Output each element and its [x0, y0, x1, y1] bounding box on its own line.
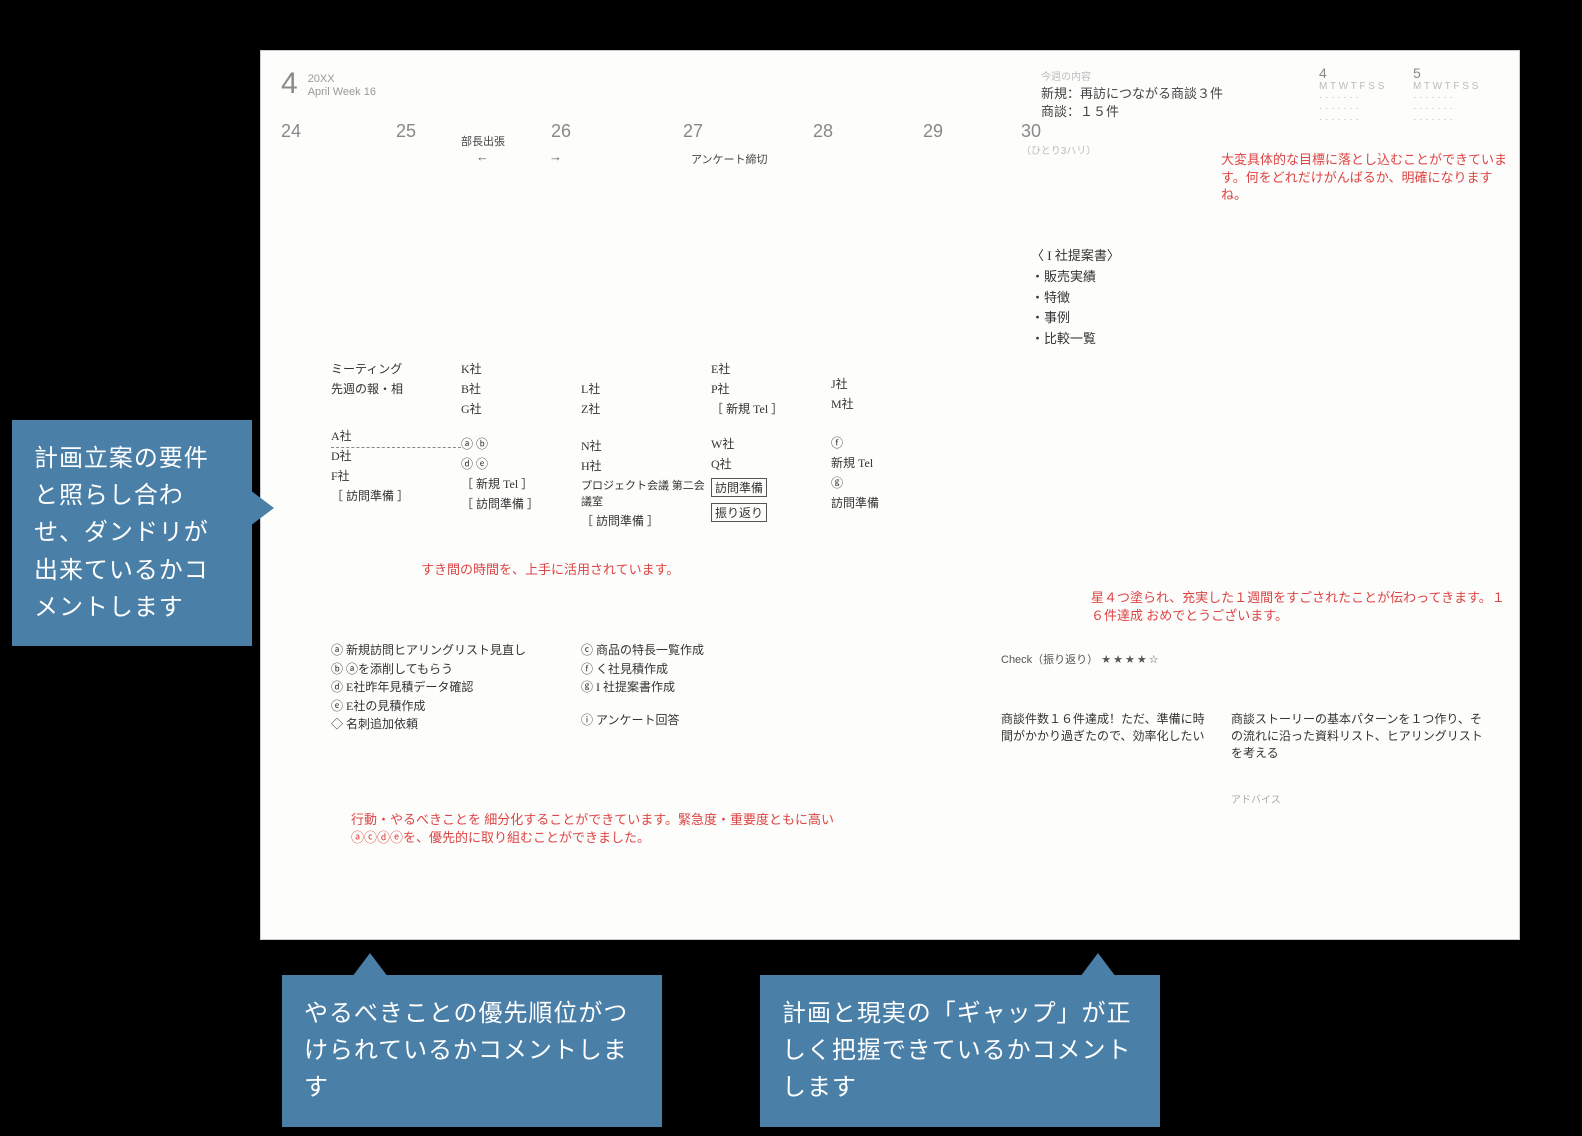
note-survey: アンケート締切 [691, 151, 768, 167]
col-thu: E社 P社 ［ 新規 Tel ］ W社 Q社 訪問準備 振り返り [711, 357, 821, 525]
tue-0: K社 [461, 360, 571, 377]
wed-1: Z社 [581, 400, 711, 417]
mini-cal-left: 4M T W T F S S· · · · · · ·· · · · · · ·… [1319, 65, 1399, 125]
task-list: ⓐ 新規訪問ヒアリングリスト見直し ⓑ ⓐを添削してもらう ⓓ E社昨年見積デー… [331, 641, 851, 734]
mon-5: ［ 訪問準備 ］ [331, 487, 451, 504]
wed-3: H社 [581, 457, 711, 474]
week-goal-line2: 商談：１５件 [1041, 103, 1223, 121]
mon-4: F社 [331, 467, 451, 484]
day-30-sub: （ひとり3ハリ） [1021, 142, 1111, 157]
mini-cal-right-month: 5 [1413, 65, 1421, 81]
wed-4: プロジェクト会議 第二会議室 [581, 477, 711, 509]
day-24: 24 [281, 121, 396, 157]
thu-0: E社 [711, 360, 821, 377]
day-26: 26 [551, 121, 683, 157]
proposal-item-2: ・事例 [1031, 308, 1120, 329]
task-r1: ⓕ く社見積作成 [581, 660, 704, 679]
check-row: Check（振り返り） ★★★★☆ [1001, 651, 1161, 667]
red-comment-top: 大変具体的な目標に落とし込むことができています。何をどれだけがんばるか、明確にな… [1221, 151, 1511, 204]
trip-arrow [476, 149, 562, 164]
fri-3: 新規 Tel [831, 454, 931, 471]
planner-page: 4 20XX April Week 16 今週の内容 新規：再訪につながる商談３… [260, 50, 1520, 940]
proposal-item-3: ・比較一覧 [1031, 329, 1120, 350]
week-goal: 今週の内容 新規：再訪につながる商談３件 商談：１５件 [1041, 67, 1223, 122]
fri-0: J社 [831, 375, 931, 392]
task-l2: ⓓ E社昨年見積データ確認 [331, 678, 581, 697]
day-29: 29 [923, 121, 1021, 157]
fri-5: 訪問準備 [831, 494, 931, 511]
dot-grid [281, 111, 1499, 919]
col-mon: ミーティング 先週の報・相 A社 D社 F社 ［ 訪問準備 ］ [331, 357, 451, 507]
year-text: 20XX [308, 73, 376, 86]
month-number: 4 [281, 67, 298, 101]
mini-calendars: 4M T W T F S S· · · · · · ·· · · · · · ·… [1319, 65, 1493, 125]
week-goal-label: 今週の内容 [1041, 72, 1091, 83]
mini-cal-left-month: 4 [1319, 65, 1327, 81]
mini-cal-right: 5M T W T F S S· · · · · · ·· · · · · · ·… [1413, 65, 1493, 125]
day-28: 28 [813, 121, 903, 157]
red-comment-bottom: 行動・やるべきことを 細分化することができています。緊急度・重要度ともに高い ⓐ… [351, 811, 871, 846]
col-tue: K社 B社 G社 ⓐ ⓑ ⓓ ⓔ ［ 新規 Tel ］ ［ 訪問準備 ］ [461, 357, 571, 515]
week-goal-line1: 新規：再訪につながる商談３件 [1041, 85, 1223, 103]
task-l0: ⓐ 新規訪問ヒアリングリスト見直し [331, 641, 581, 660]
thu-4: Q社 [711, 455, 821, 472]
tue-4: ⓓ ⓔ [461, 455, 571, 472]
tue-5: ［ 新規 Tel ］ [461, 475, 571, 492]
check-label: Check（振り返り） [1001, 654, 1098, 666]
thu-1: P社 [711, 380, 821, 397]
advice-label: アドバイス [1231, 791, 1281, 806]
task-l4: ◇ 名刺追加依頼 [331, 715, 581, 734]
tue-6: ［ 訪問準備 ］ [461, 495, 571, 512]
tue-3: ⓐ ⓑ [461, 435, 571, 452]
callout-priority: やるべきことの優先順位がつけられているかコメントします [282, 975, 662, 1127]
wed-0: L社 [581, 380, 711, 397]
day-30: 30 （ひとり3ハリ） [1021, 121, 1111, 157]
task-l1: ⓑ ⓐを添削してもらう [331, 660, 581, 679]
review-right: 商談ストーリーの基本パターンを１つ作り、その流れに沿った資料リスト、ヒアリングリ… [1231, 711, 1491, 761]
week-text: April Week 16 [308, 86, 376, 99]
mon-1: 先週の報・相 [331, 380, 451, 397]
thu-5: 訪問準備 [711, 478, 767, 497]
wed-5: ［ 訪問準備 ］ [581, 512, 711, 529]
planner-header: 4 20XX April Week 16 [281, 67, 1499, 101]
fri-1: M社 [831, 395, 931, 412]
task-l3: ⓔ E社の見積作成 [331, 697, 581, 716]
proposal-item-1: ・特徴 [1031, 288, 1120, 309]
callout-gap: 計画と現実の「ギャップ」が正しく把握できているかコメントします [760, 975, 1160, 1127]
proposal-title: 〈 I 社提案書〉 [1031, 246, 1120, 267]
proposal-item-0: ・販売実績 [1031, 267, 1120, 288]
check-stars: ★★★★☆ [1101, 654, 1160, 666]
wed-2: N社 [581, 437, 711, 454]
col-fri: J社 M社 ⓕ 新規 Tel ⓖ 訪問準備 [831, 372, 931, 514]
month-label: 20XX April Week 16 [308, 73, 376, 99]
thu-2: ［ 新規 Tel ］ [711, 400, 821, 417]
mon-3: D社 [331, 447, 451, 464]
note-trip: 部長出張 [461, 133, 505, 149]
task-r2: ⓖ I 社提案書作成 [581, 678, 704, 697]
mon-2: A社 [331, 427, 451, 444]
thu-3: W社 [711, 435, 821, 452]
review-left: 商談件数１６件達成！ただ、準備に時間がかかり過ぎたので、効率化したい [1001, 711, 1211, 745]
thu-6: 振り返り [711, 503, 767, 522]
callout-planning: 計画立案の要件と照らし合わせ、ダンドリが出来ているかコメントします [12, 420, 252, 646]
tue-1: B社 [461, 380, 571, 397]
task-r0: ⓒ 商品の特長一覧作成 [581, 641, 704, 660]
mon-0: ミーティング [331, 360, 451, 377]
fri-2: ⓕ [831, 434, 931, 451]
red-comment-stars: 星４つ塗られ、充実した１週間をすごされたことが伝わってきます。１６件達成 おめで… [1091, 589, 1511, 624]
proposal-list: 〈 I 社提案書〉 ・販売実績 ・特徴 ・事例 ・比較一覧 [1031, 246, 1120, 350]
day-30-num: 30 [1021, 121, 1041, 141]
red-comment-mid: すき間の時間を、上手に活用されています。 [421, 561, 851, 579]
tue-2: G社 [461, 400, 571, 417]
col-wed: L社 Z社 N社 H社 プロジェクト会議 第二会議室 ［ 訪問準備 ］ [581, 377, 711, 532]
fri-4: ⓖ [831, 474, 931, 491]
task-r3: ⓘ アンケート回答 [581, 711, 704, 730]
